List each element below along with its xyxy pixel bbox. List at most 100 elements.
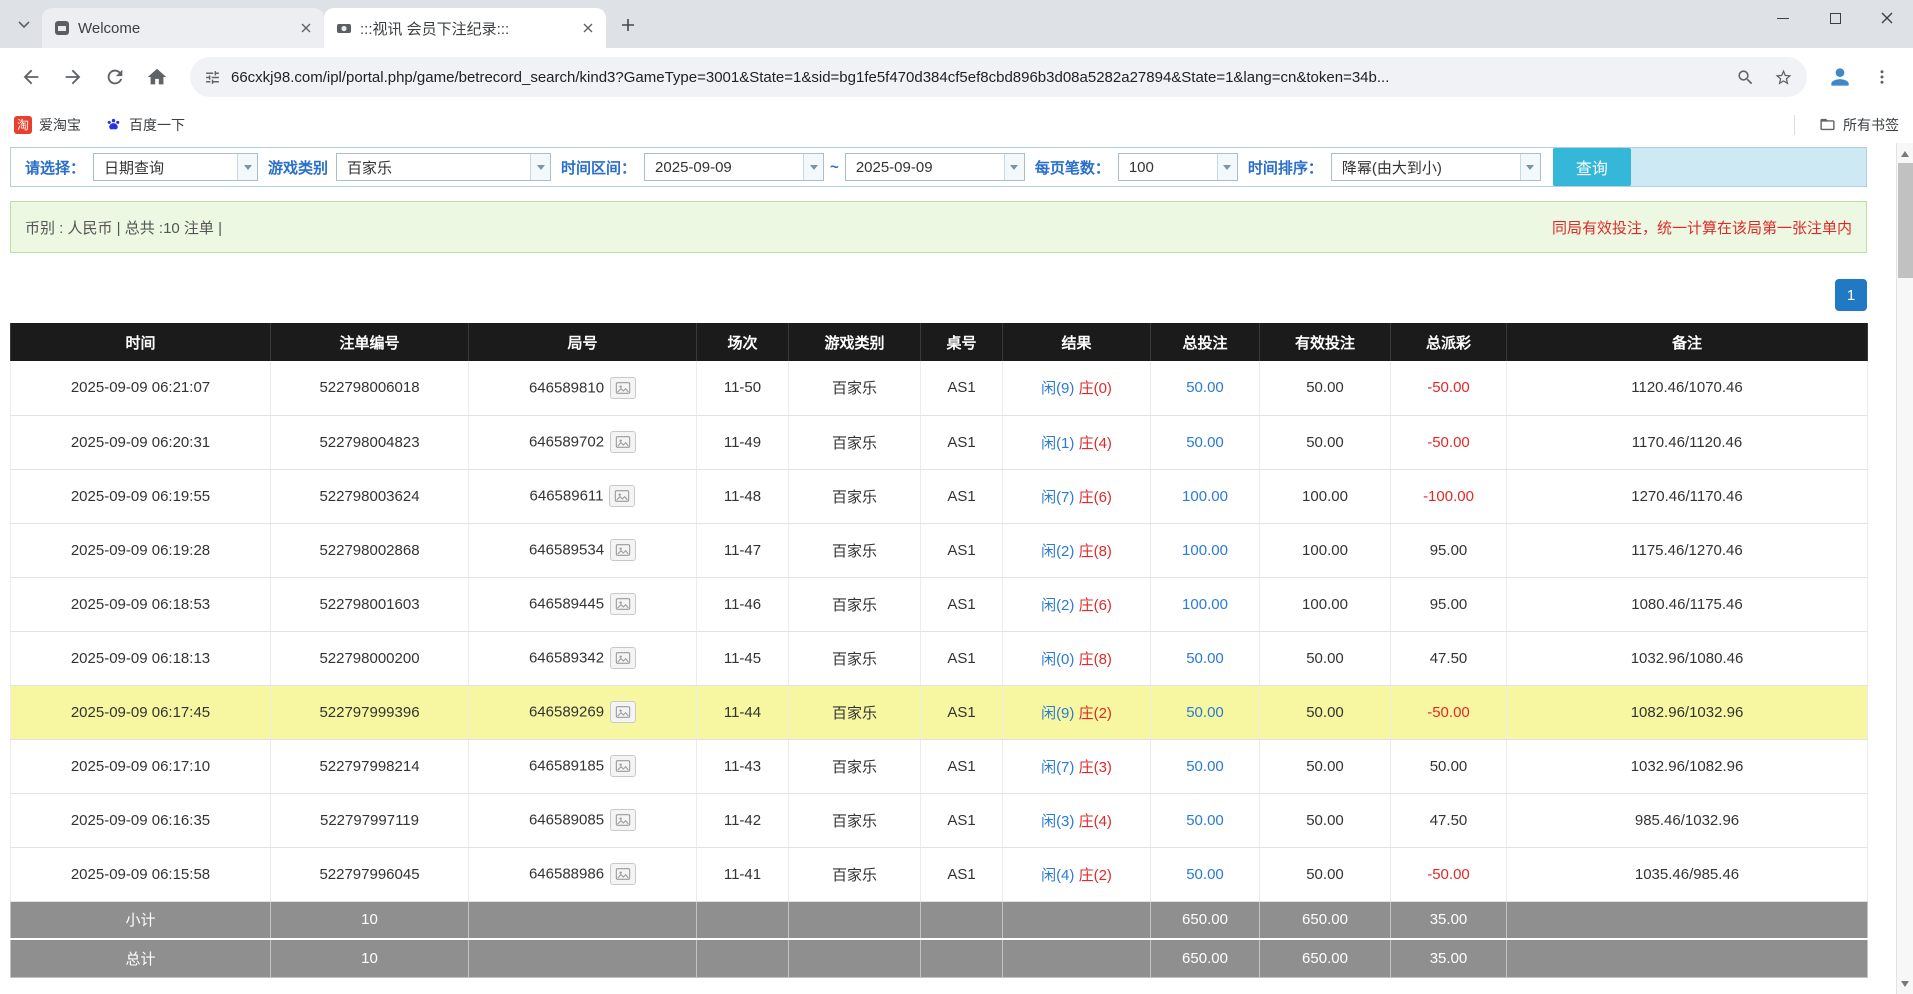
total-bet-link[interactable]: 100.00 <box>1182 488 1228 505</box>
table-row[interactable]: 2025-09-09 06:17:10522797998214646589185… <box>11 739 1868 793</box>
date-type-select[interactable]: 日期查询 <box>93 153 258 181</box>
result-banker: 庄(0) <box>1079 380 1112 397</box>
page-content: 请选择： 日期查询 游戏类别 百家乐 时间区间： 2025-09-09 ~ 20… <box>0 143 1913 994</box>
table-row[interactable]: 2025-09-09 06:15:58522797996045646588986… <box>11 847 1868 901</box>
view-round-result-button[interactable] <box>610 377 636 399</box>
back-button[interactable] <box>12 58 50 96</box>
total-bet-link[interactable]: 50.00 <box>1186 650 1224 667</box>
table-row[interactable]: 2025-09-09 06:18:13522798000200646589342… <box>11 631 1868 685</box>
cell-result: 闲(1) 庄(4) <box>1003 415 1151 469</box>
view-round-result-button[interactable] <box>610 755 636 777</box>
view-round-result-button[interactable] <box>610 431 636 453</box>
table-row[interactable]: 2025-09-09 06:17:45522797999396646589269… <box>11 685 1868 739</box>
sort-order-select[interactable]: 降幂(由大到小) <box>1331 153 1541 181</box>
table-row[interactable]: 2025-09-09 06:19:28522798002868646589534… <box>11 523 1868 577</box>
table-row[interactable]: 2025-09-09 06:19:55522798003624646589611… <box>11 469 1868 523</box>
subtotal-row-cell <box>789 901 921 939</box>
all-bookmarks-button[interactable]: 所有书签 <box>1819 115 1899 135</box>
view-round-result-button[interactable] <box>610 539 636 561</box>
bookmark-star-button[interactable] <box>1769 63 1797 91</box>
table-row[interactable]: 2025-09-09 06:21:07522798006018646589810… <box>11 361 1868 415</box>
bookmark-taobao[interactable]: 淘 爱淘宝 <box>14 115 81 135</box>
menu-button[interactable] <box>1863 58 1901 96</box>
cell-valid-bet: 50.00 <box>1260 847 1391 901</box>
bookmark-baidu[interactable]: 百度一下 <box>105 115 185 135</box>
total-row-cell: 总计 <box>11 939 271 977</box>
cell-round-number: 646589342 <box>469 631 697 685</box>
table-row[interactable]: 2025-09-09 06:18:53522798001603646589445… <box>11 577 1868 631</box>
address-bar[interactable]: 66cxkj98.com/ipl/portal.php/game/betreco… <box>190 57 1807 97</box>
cell-note: 1032.96/1082.96 <box>1507 739 1868 793</box>
page-size-value: 100 <box>1119 154 1217 180</box>
tab-welcome[interactable]: Welcome <box>42 8 324 48</box>
chevron-down-icon <box>530 154 550 180</box>
cell-valid-bet: 100.00 <box>1260 577 1391 631</box>
result-player: 闲(3) <box>1041 813 1074 830</box>
cell-table-number: AS1 <box>921 793 1003 847</box>
cell-note: 1170.46/1120.46 <box>1507 415 1868 469</box>
view-round-result-button[interactable] <box>609 485 635 507</box>
total-bet-link[interactable]: 100.00 <box>1182 542 1228 559</box>
chevron-down-icon <box>18 21 30 29</box>
column-header: 局号 <box>469 323 697 361</box>
profile-button[interactable] <box>1821 58 1859 96</box>
forward-button[interactable] <box>54 58 92 96</box>
cell-note: 1120.46/1070.46 <box>1507 361 1868 415</box>
total-bet-link[interactable]: 50.00 <box>1186 758 1224 775</box>
scrollbar-up-arrow[interactable] <box>1897 145 1913 162</box>
cell-game-type: 百家乐 <box>789 739 921 793</box>
tab-bet-records[interactable]: :::视讯 会员下注纪录::: <box>324 8 606 48</box>
new-tab-button[interactable] <box>614 11 642 39</box>
cell-bet-number: 522798000200 <box>271 631 469 685</box>
minimize-button[interactable] <box>1757 0 1809 36</box>
view-round-result-button[interactable] <box>610 593 636 615</box>
cell-game-type: 百家乐 <box>789 577 921 631</box>
home-button[interactable] <box>138 58 176 96</box>
reload-button[interactable] <box>96 58 134 96</box>
tab-close-button[interactable] <box>296 18 316 38</box>
maximize-button[interactable] <box>1809 0 1861 36</box>
page-scrollbar[interactable] <box>1896 143 1913 994</box>
cell-bet-number: 522797996045 <box>271 847 469 901</box>
total-row-cell: 10 <box>271 939 469 977</box>
round-number-text: 646589269 <box>529 704 604 721</box>
scrollbar-down-arrow[interactable] <box>1897 975 1913 992</box>
cell-session: 11-46 <box>697 577 789 631</box>
cell-time: 2025-09-09 06:15:58 <box>11 847 271 901</box>
search-button[interactable]: 查询 <box>1553 148 1631 186</box>
page-1-button[interactable]: 1 <box>1835 279 1867 311</box>
page-size-select[interactable]: 100 <box>1118 153 1238 181</box>
game-type-select[interactable]: 百家乐 <box>336 153 551 181</box>
cell-payout: 47.50 <box>1391 631 1507 685</box>
zoom-button[interactable] <box>1731 63 1759 91</box>
cell-total-bet: 50.00 <box>1151 793 1260 847</box>
view-round-result-button[interactable] <box>610 701 636 723</box>
date-from-select[interactable]: 2025-09-09 <box>644 153 824 181</box>
table-row[interactable]: 2025-09-09 06:16:35522797997119646589085… <box>11 793 1868 847</box>
valid-bet-notice-text: 同局有效投注，统一计算在该局第一张注单内 <box>1552 217 1852 238</box>
back-arrow-icon <box>20 66 42 88</box>
total-bet-link[interactable]: 50.00 <box>1186 812 1224 829</box>
result-banker: 庄(6) <box>1079 489 1112 506</box>
tab-search-button[interactable] <box>10 11 38 39</box>
table-row[interactable]: 2025-09-09 06:20:31522798004823646589702… <box>11 415 1868 469</box>
subtotal-row: 小计10650.00650.0035.00 <box>11 901 1868 939</box>
view-round-result-button[interactable] <box>610 647 636 669</box>
tab-close-button[interactable] <box>578 18 598 38</box>
total-bet-link[interactable]: 50.00 <box>1186 434 1224 451</box>
scrollbar-thumb[interactable] <box>1898 163 1913 278</box>
total-bet-link[interactable]: 50.00 <box>1186 704 1224 721</box>
close-window-button[interactable] <box>1861 0 1913 36</box>
date-to-select[interactable]: 2025-09-09 <box>845 153 1025 181</box>
cell-round-number: 646589269 <box>469 685 697 739</box>
total-bet-link[interactable]: 100.00 <box>1182 596 1228 613</box>
cell-time: 2025-09-09 06:19:55 <box>11 469 271 523</box>
view-round-result-button[interactable] <box>610 863 636 885</box>
view-round-result-button[interactable] <box>610 809 636 831</box>
result-banker: 庄(6) <box>1079 597 1112 614</box>
total-bet-link[interactable]: 50.00 <box>1186 379 1224 396</box>
total-bet-link[interactable]: 50.00 <box>1186 866 1224 883</box>
cell-time: 2025-09-09 06:18:13 <box>11 631 271 685</box>
column-header: 场次 <box>697 323 789 361</box>
cell-time: 2025-09-09 06:17:45 <box>11 685 271 739</box>
